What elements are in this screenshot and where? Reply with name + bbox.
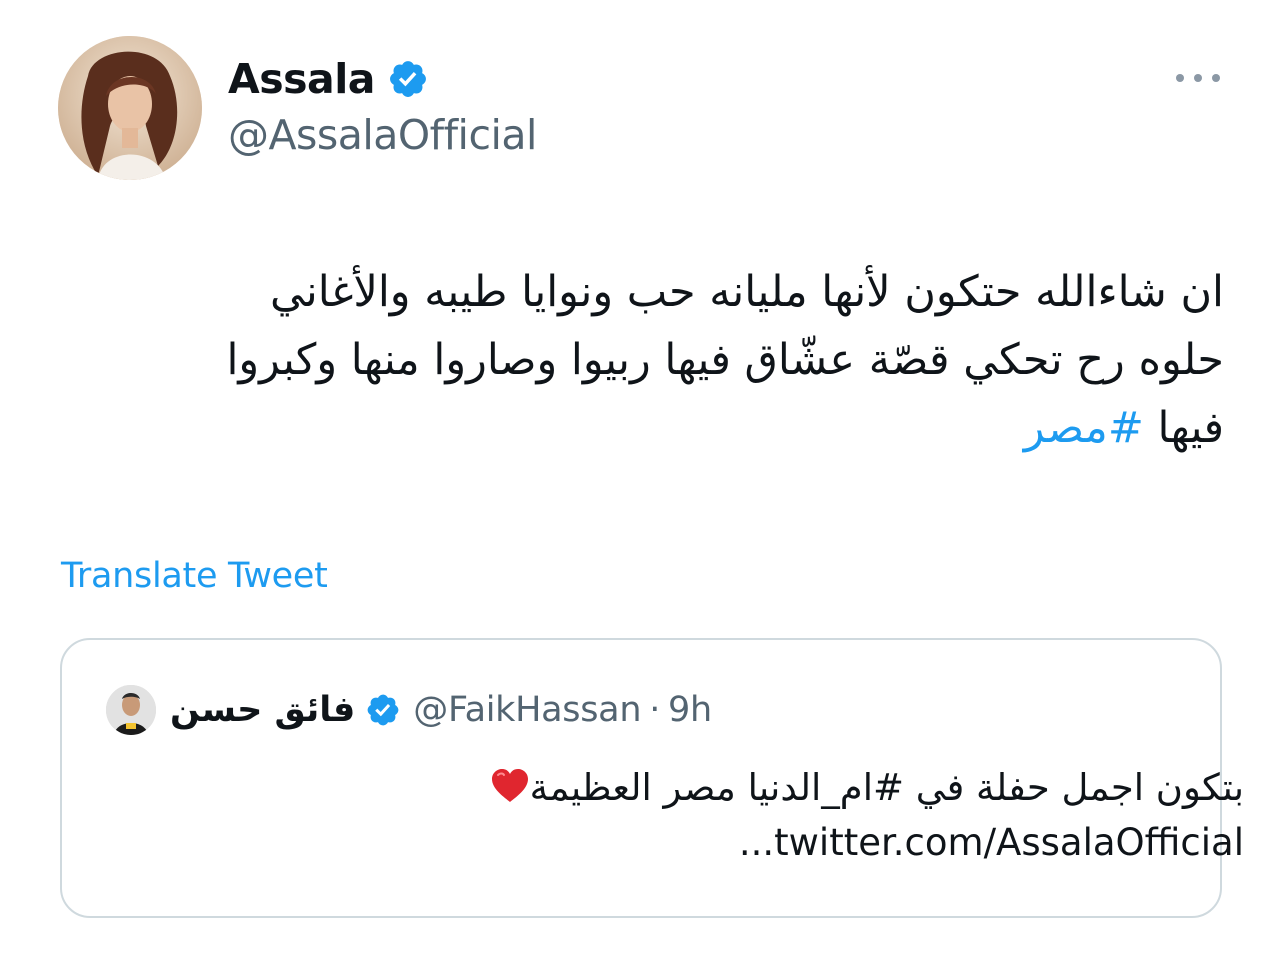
quoted-tweet-link-text[interactable]: ...twitter.com/AssalaOfficial [164, 815, 1244, 870]
tweet-text-plain: فيها [1143, 403, 1224, 453]
author-name-row[interactable]: Assala [228, 50, 429, 108]
author-display-name[interactable]: Assala [228, 58, 375, 100]
quoted-tweet-timestamp[interactable]: 9h [668, 690, 712, 730]
tweet-text-line: ان شاءالله حتكون لأنها مليانه حب ونوايا … [269, 267, 1224, 317]
verified-badge-icon [390, 61, 426, 97]
more-horizontal-icon-dot [1212, 74, 1220, 82]
more-horizontal-icon-dot [1194, 74, 1202, 82]
quoted-tweet-header: فائق حسن @FaikHassan · 9h [106, 682, 712, 738]
quoted-author-display-name[interactable]: فائق حسن [170, 690, 355, 730]
verified-badge-icon [367, 694, 399, 726]
quoted-author-avatar[interactable] [106, 685, 156, 735]
tweet-text-line: فيها #مصر [54, 394, 1224, 462]
quoted-tweet-text-line1: بتكون اجمل حفلة في #ام_الدنيا مصر العظيم… [529, 766, 1244, 809]
tweet-text-line: حلوه رح تحكي قصّة عشّاق فيها ربيوا وصارو… [226, 335, 1224, 385]
more-options-button[interactable] [1176, 66, 1220, 90]
translate-tweet-link[interactable]: Translate Tweet [61, 556, 328, 596]
heart-emoji-icon [491, 769, 528, 802]
tweet-text: ان شاءالله حتكون لأنها مليانه حب ونوايا … [54, 258, 1224, 462]
author-avatar[interactable] [58, 36, 202, 180]
author-handle[interactable]: @AssalaOfficial [228, 111, 537, 159]
separator-dot: · [649, 690, 661, 730]
quoted-author-handle: @FaikHassan [413, 690, 642, 730]
quoted-tweet-text-line: بتكون اجمل حفلة في #ام_الدنيا مصر العظيم… [164, 760, 1244, 815]
hashtag-link[interactable]: #مصر [1024, 403, 1144, 453]
more-horizontal-icon-dot [1176, 74, 1184, 82]
quoted-tweet-text: بتكون اجمل حفلة في #ام_الدنيا مصر العظيم… [164, 760, 1244, 870]
